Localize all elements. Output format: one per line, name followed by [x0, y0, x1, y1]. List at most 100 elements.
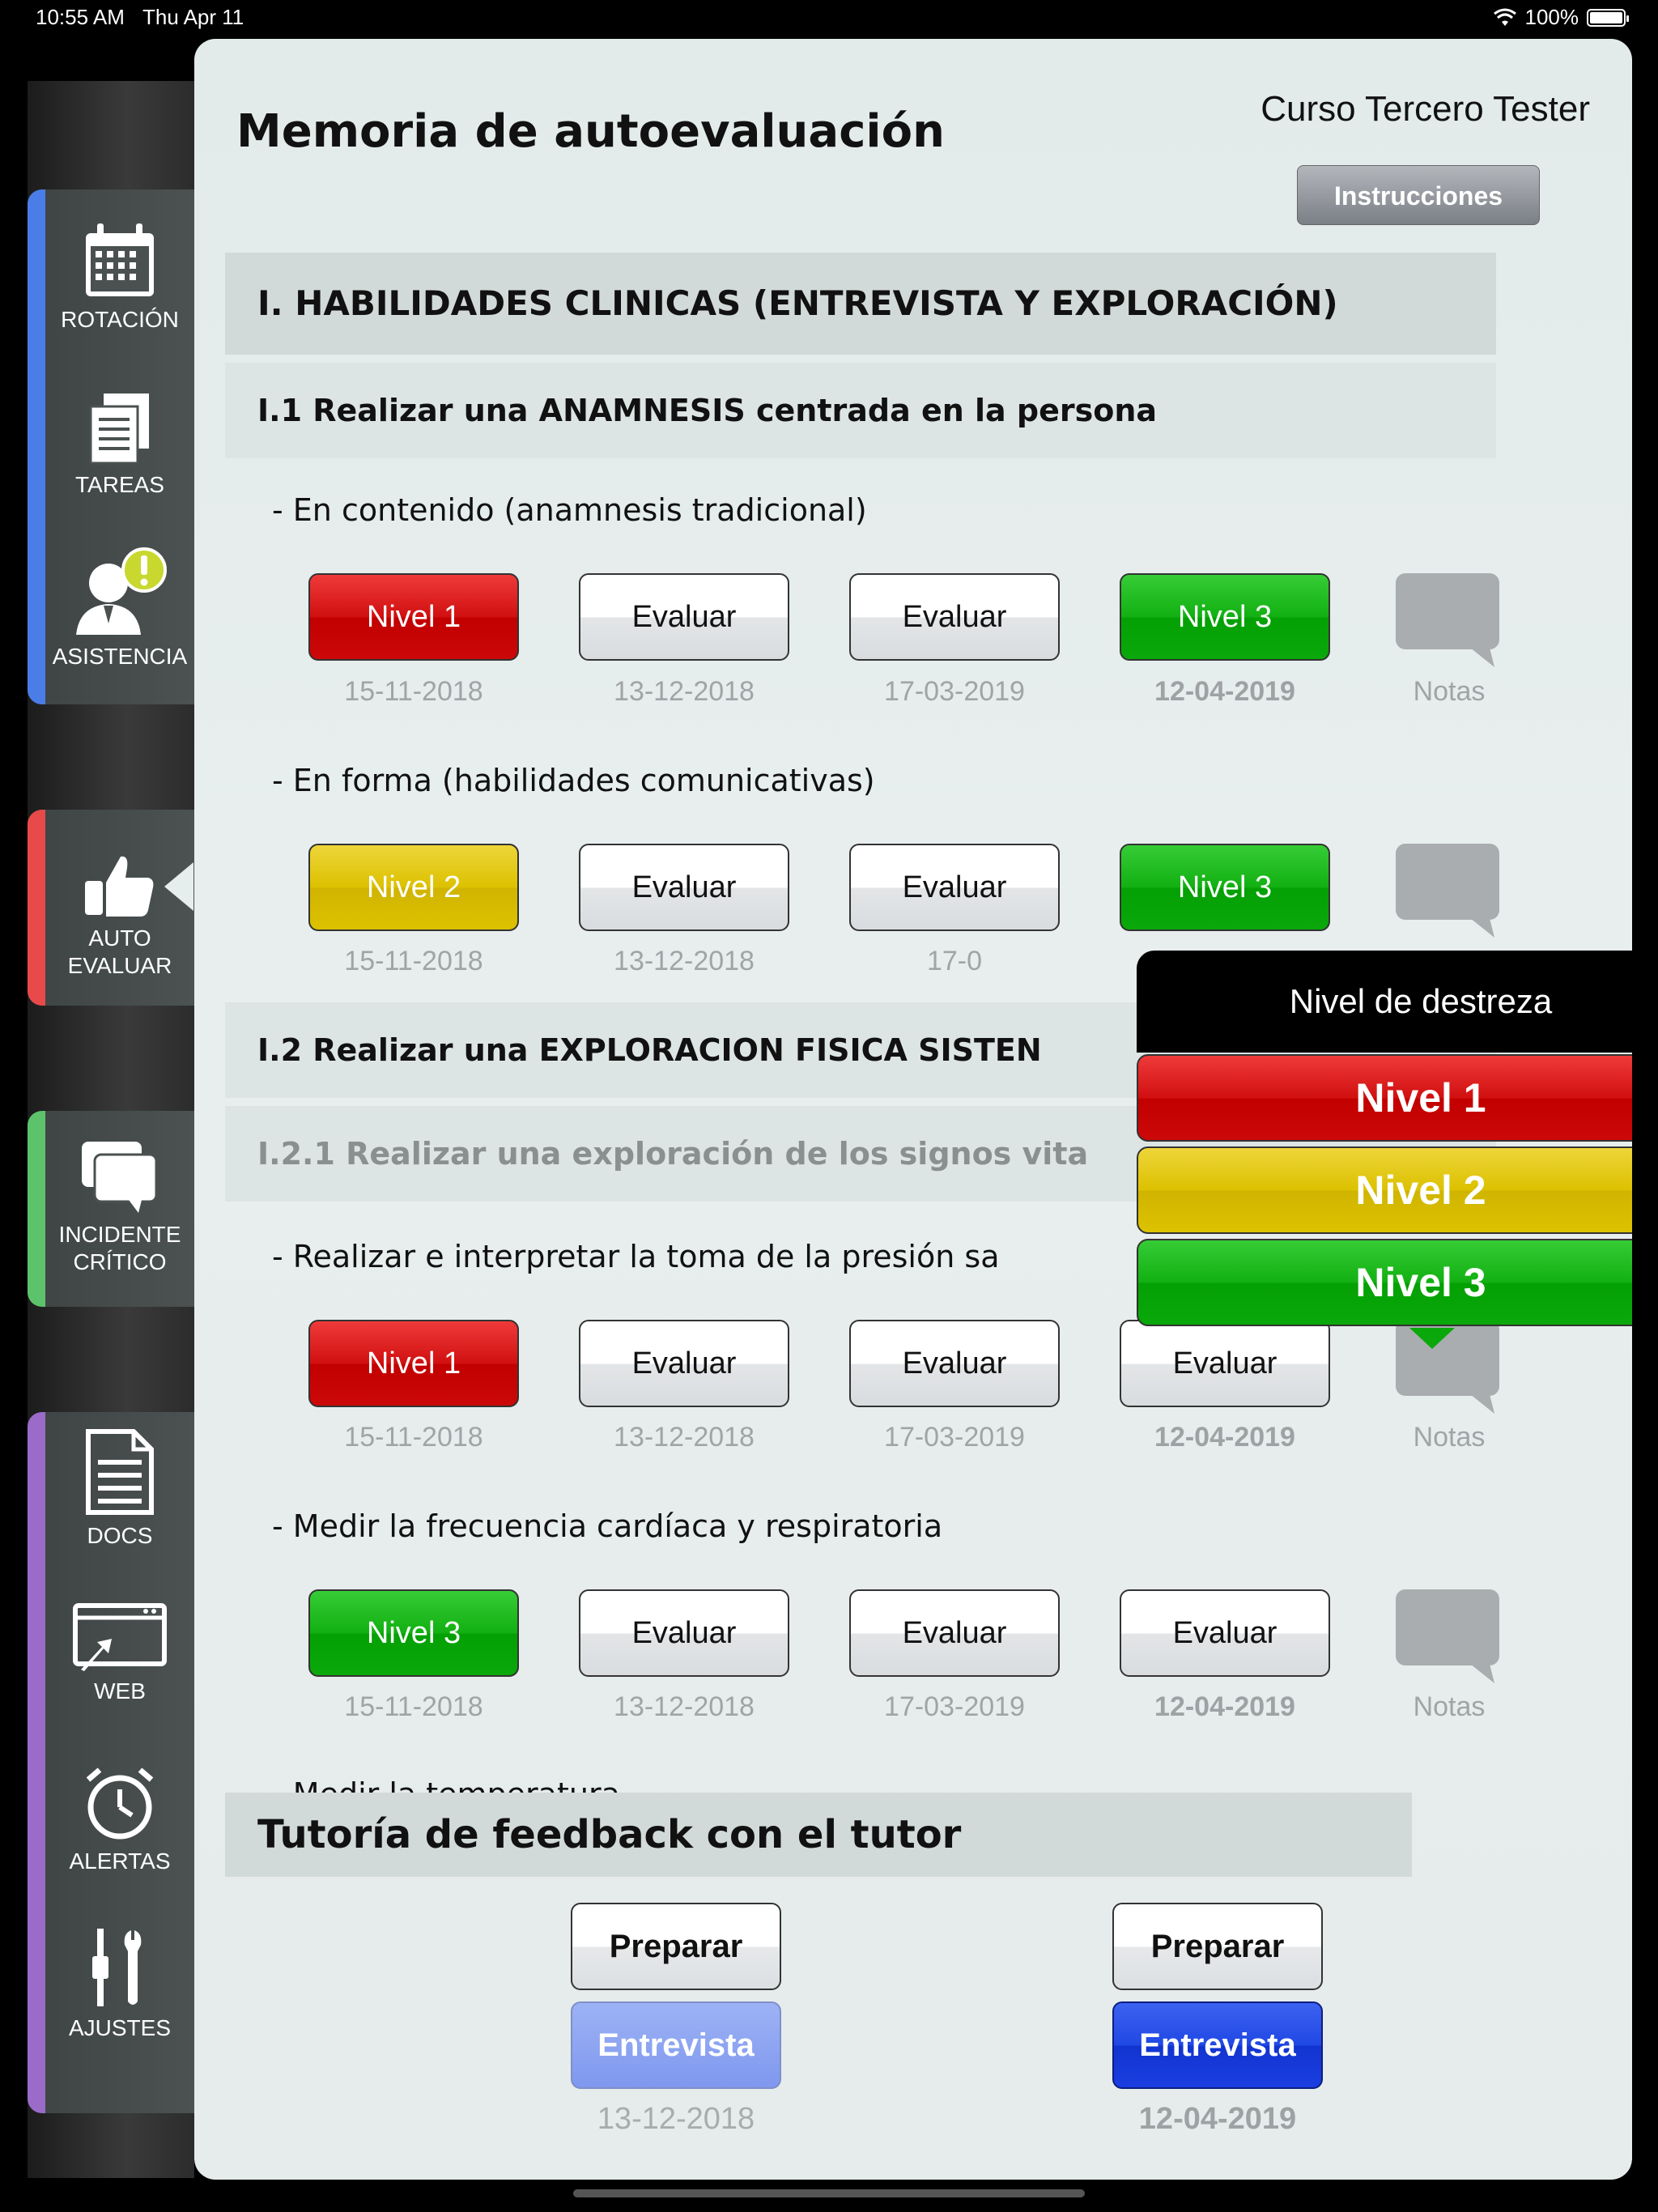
sidebar-group-top: ROTACIÓN TAREAS ASISTENCIA	[28, 189, 194, 704]
web-window-icon	[73, 1603, 167, 1671]
level-button[interactable]: Nivel 2	[308, 844, 519, 931]
eval-date: 12-04-2019	[1154, 1422, 1295, 1453]
popover-title: Nivel de destreza	[1137, 951, 1632, 1053]
notes-icon[interactable]	[1392, 572, 1506, 669]
alarm-clock-icon	[86, 1767, 154, 1840]
eval-date: 12-04-2019	[1154, 676, 1295, 707]
sidebar-item-incidente-critico[interactable]: INCIDENTE CRÍTICO	[45, 1140, 194, 1276]
notes-label[interactable]: Notas	[1392, 1422, 1506, 1453]
popover-option-nivel-2[interactable]: Nivel 2	[1137, 1146, 1632, 1234]
evaluate-button[interactable]: Evaluar	[579, 1589, 789, 1677]
interview-button[interactable]: Entrevista	[571, 2001, 781, 2089]
eval-date: 13-12-2018	[614, 946, 755, 976]
chat-bubbles-icon	[82, 1142, 158, 1213]
sidebar-item-ajustes[interactable]: AJUSTES	[45, 1927, 194, 2042]
feedback-title: Tutoría de feedback con el tutor	[225, 1793, 1412, 1877]
documents-icon	[89, 393, 149, 465]
status-date: Thu Apr 11	[142, 5, 244, 29]
eval-date: 15-11-2018	[344, 1422, 483, 1453]
popover-option-nivel-1[interactable]: Nivel 1	[1137, 1054, 1632, 1142]
notes-label[interactable]: Notas	[1392, 1691, 1506, 1723]
prepare-button[interactable]: Preparar	[571, 1903, 781, 1990]
interview-button[interactable]: Entrevista	[1112, 2001, 1323, 2089]
battery-icon	[1587, 8, 1629, 27]
level-button[interactable]: Nivel 3	[1120, 573, 1330, 661]
evaluate-button[interactable]: Evaluar	[1120, 1589, 1330, 1677]
subsection-title: I.1 Realizar una ANAMNESIS centrada en l…	[225, 363, 1496, 458]
eval-date: 15-11-2018	[344, 676, 483, 707]
evaluate-button[interactable]: Evaluar	[849, 1589, 1060, 1677]
notes-icon[interactable]	[1392, 1588, 1506, 1685]
sidebar-label-alertas: ALERTAS	[69, 1848, 171, 1874]
sidebar-item-rotacion[interactable]: ROTACIÓN	[45, 222, 194, 334]
sidebar-item-tareas[interactable]: TAREAS	[45, 392, 194, 499]
thumbs-up-icon	[85, 856, 154, 917]
popover-option-nivel-3[interactable]: Nivel 3	[1137, 1239, 1632, 1326]
feedback-date: 12-04-2019	[1138, 2102, 1297, 2136]
home-indicator[interactable]	[573, 2189, 1085, 2197]
evaluate-button[interactable]: Evaluar	[1120, 1320, 1330, 1407]
notes-label[interactable]: Notas	[1392, 676, 1506, 708]
eval-date: 12-04-2019	[1154, 1691, 1295, 1722]
level-button[interactable]: Nivel 1	[308, 1320, 519, 1407]
eval-date: 13-12-2018	[614, 1422, 755, 1453]
sidebar-label-docs: DOCS	[87, 1523, 153, 1548]
popover-arrow	[1409, 1328, 1455, 1349]
sidebar-item-docs[interactable]: DOCS	[45, 1428, 194, 1550]
row-label: - En forma (habilidades comunicativas)	[272, 763, 875, 798]
eval-date: 15-11-2018	[344, 1691, 483, 1722]
eval-date: 13-12-2018	[614, 676, 755, 707]
evaluate-button[interactable]: Evaluar	[579, 573, 789, 661]
row-label: - Medir la frecuencia cardíaca y respira…	[272, 1508, 943, 1544]
level-button[interactable]: Nivel 3	[308, 1589, 519, 1677]
main-panel: Memoria de autoevaluación Curso Tercero …	[194, 39, 1632, 2180]
sidebar-label-incidente-critico: INCIDENTE CRÍTICO	[58, 1222, 181, 1274]
app-screen: 10:55 AM Thu Apr 11 100% ROTACIÓN TAREAS…	[0, 0, 1658, 2212]
eval-date: 17-03-2019	[884, 1422, 1025, 1453]
sidebar-item-asistencia[interactable]: ASISTENCIA	[45, 546, 194, 670]
eval-date: 13-12-2018	[614, 1691, 755, 1722]
selected-caret	[164, 862, 193, 911]
course-name: Curso Tercero Tester	[1261, 89, 1590, 129]
sidebar-label-auto-evaluar: AUTO EVALUAR	[67, 925, 172, 978]
document-icon	[86, 1429, 154, 1515]
user-alert-icon	[76, 547, 167, 635]
feedback-date: 13-12-2018	[597, 2102, 755, 2136]
group-bar-green	[28, 1111, 45, 1307]
sidebar-item-alertas[interactable]: ALERTAS	[45, 1765, 194, 1875]
group-bar-blue	[28, 189, 45, 704]
calendar-icon	[86, 223, 154, 296]
evaluate-button[interactable]: Evaluar	[849, 573, 1060, 661]
status-time: 10:55 AM	[36, 5, 125, 29]
battery-percent: 100%	[1524, 5, 1579, 29]
page-title: Memoria de autoevaluación	[236, 105, 945, 158]
evaluate-button[interactable]: Evaluar	[579, 1320, 789, 1407]
group-bar-purple	[28, 1412, 45, 2113]
prepare-button[interactable]: Preparar	[1112, 1903, 1323, 1990]
tools-icon	[92, 1929, 142, 2006]
eval-date: 17-03-2019	[884, 676, 1025, 707]
wifi-icon	[1493, 8, 1516, 26]
status-right: 100%	[1493, 5, 1629, 30]
skill-level-popover: Nivel de destreza Nivel 1 Nivel 2 Nivel …	[1137, 951, 1632, 1349]
evaluate-button[interactable]: Evaluar	[849, 1320, 1060, 1407]
eval-date: 17-0	[926, 946, 983, 976]
sidebar-label-rotacion: ROTACIÓN	[61, 307, 179, 332]
evaluate-button[interactable]: Evaluar	[849, 844, 1060, 931]
sidebar-label-ajustes: AJUSTES	[68, 2015, 172, 2040]
sidebar-item-web[interactable]: WEB	[45, 1603, 194, 1705]
sidebar-label-asistencia: ASISTENCIA	[52, 644, 188, 669]
level-button[interactable]: Nivel 1	[308, 573, 519, 661]
instructions-button[interactable]: Instrucciones	[1297, 165, 1540, 225]
row-label: - Realizar e interpretar la toma de la p…	[272, 1239, 1000, 1274]
row-label: - En contenido (anamnesis tradicional)	[272, 492, 867, 528]
sidebar-label-web: WEB	[94, 1678, 146, 1704]
section-title: I. HABILIDADES CLINICAS (ENTREVISTA Y EX…	[225, 253, 1496, 355]
sidebar-label-tareas: TAREAS	[75, 472, 164, 497]
status-bar: 10:55 AM Thu Apr 11 100%	[0, 0, 1658, 36]
evaluate-button[interactable]: Evaluar	[579, 844, 789, 931]
notes-icon[interactable]	[1392, 842, 1506, 939]
sidebar-group-bottom: DOCS WEB ALERTAS AJUSTES	[28, 1412, 194, 2113]
level-button[interactable]: Nivel 3	[1120, 844, 1330, 931]
group-bar-red	[28, 810, 45, 1006]
